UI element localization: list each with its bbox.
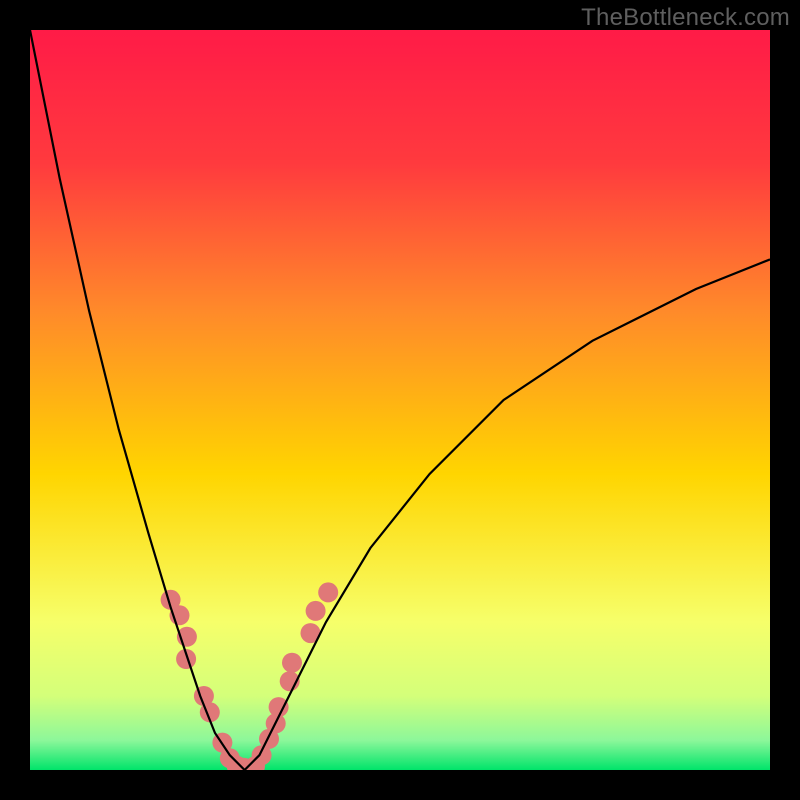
chart-plot	[30, 30, 770, 770]
marker-dot	[318, 582, 338, 602]
chart-background	[30, 30, 770, 770]
watermark-text: TheBottleneck.com	[581, 4, 790, 32]
chart-frame: TheBottleneck.com	[0, 0, 800, 800]
marker-dot	[282, 653, 302, 673]
marker-dot	[306, 601, 326, 621]
chart-svg	[30, 30, 770, 770]
marker-dot	[269, 697, 289, 717]
